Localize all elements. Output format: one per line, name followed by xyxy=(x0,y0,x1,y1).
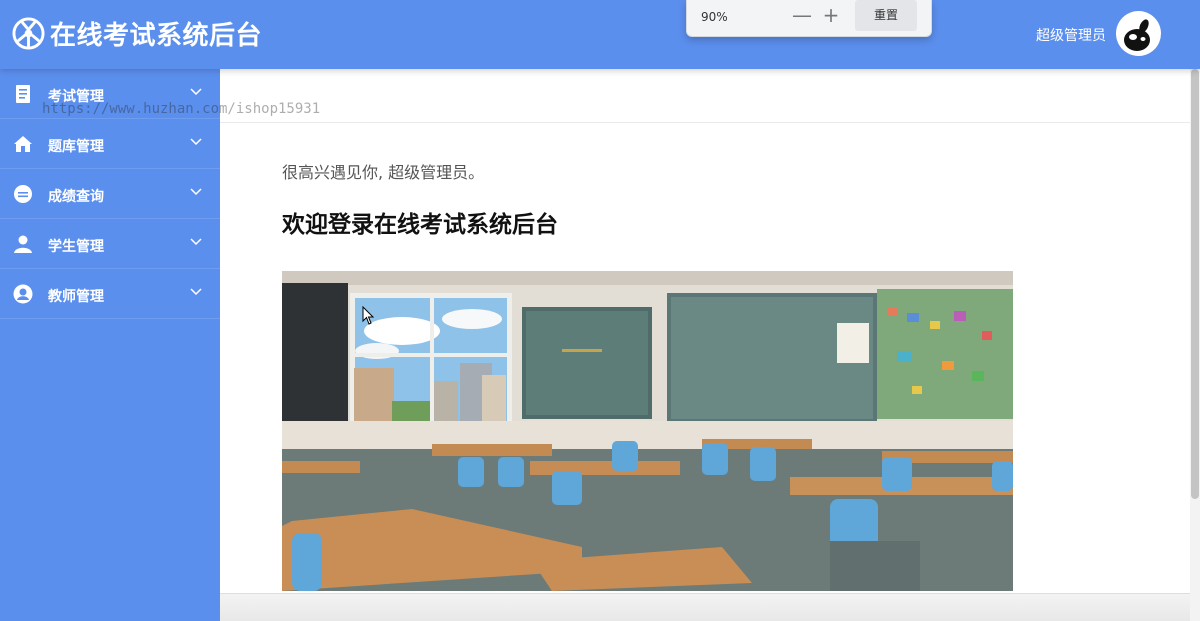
user-name[interactable]: 超级管理员 xyxy=(1036,25,1106,45)
zoom-popup: 90% — + 重置 xyxy=(686,0,932,37)
sidebar-item-label: 考试管理 xyxy=(48,89,104,105)
sidebar-item-score-query[interactable]: 成绩查询 xyxy=(0,169,220,219)
chevron-down-icon xyxy=(190,238,202,246)
top-header: 在线考试系统后台 超级管理员 xyxy=(0,0,1200,69)
badge-icon xyxy=(14,185,32,203)
logo-icon xyxy=(12,17,45,50)
document-icon xyxy=(16,85,30,103)
sidebar-item-label: 教师管理 xyxy=(48,289,104,305)
house-icon xyxy=(14,136,32,152)
sidebar: 考试管理 题库管理 成绩查询 学生管理 教师管理 xyxy=(0,69,220,621)
chevron-down-icon xyxy=(190,88,202,96)
sidebar-item-label: 成绩查询 xyxy=(48,189,104,205)
greeting-text: 很高兴遇见你, 超级管理员。 xyxy=(282,163,485,182)
sidebar-item-student-management[interactable]: 学生管理 xyxy=(0,219,220,269)
sidebar-item-exam-management[interactable]: 考试管理 xyxy=(0,69,220,119)
zoom-reset-button[interactable]: 重置 xyxy=(855,0,917,31)
chevron-down-icon xyxy=(190,188,202,196)
zoom-out-button[interactable]: — xyxy=(791,5,813,27)
zoom-in-button[interactable]: + xyxy=(820,5,842,27)
bottom-bar xyxy=(220,593,1190,621)
sidebar-item-question-bank[interactable]: 题库管理 xyxy=(0,119,220,169)
user-icon xyxy=(14,235,32,253)
main-content: 很高兴遇见你, 超级管理员。 欢迎登录在线考试系统后台 xyxy=(220,69,1190,621)
sidebar-item-teacher-management[interactable]: 教师管理 xyxy=(0,269,220,319)
content-toolbar xyxy=(220,69,1190,123)
vertical-scrollbar[interactable] xyxy=(1190,69,1200,621)
sidebar-item-label: 学生管理 xyxy=(48,239,104,255)
classroom-hero-image xyxy=(282,271,1013,591)
panda-avatar-icon xyxy=(1124,19,1150,51)
app-title: 在线考试系统后台 xyxy=(50,21,263,51)
sidebar-item-label: 题库管理 xyxy=(48,139,104,155)
teacher-icon xyxy=(13,284,33,304)
chevron-down-icon xyxy=(190,288,202,296)
avatar[interactable] xyxy=(1116,11,1161,56)
scrollbar-thumb[interactable] xyxy=(1191,69,1199,499)
chevron-down-icon xyxy=(190,138,202,146)
welcome-title: 欢迎登录在线考试系统后台 xyxy=(282,212,558,238)
zoom-level: 90% xyxy=(701,10,728,24)
